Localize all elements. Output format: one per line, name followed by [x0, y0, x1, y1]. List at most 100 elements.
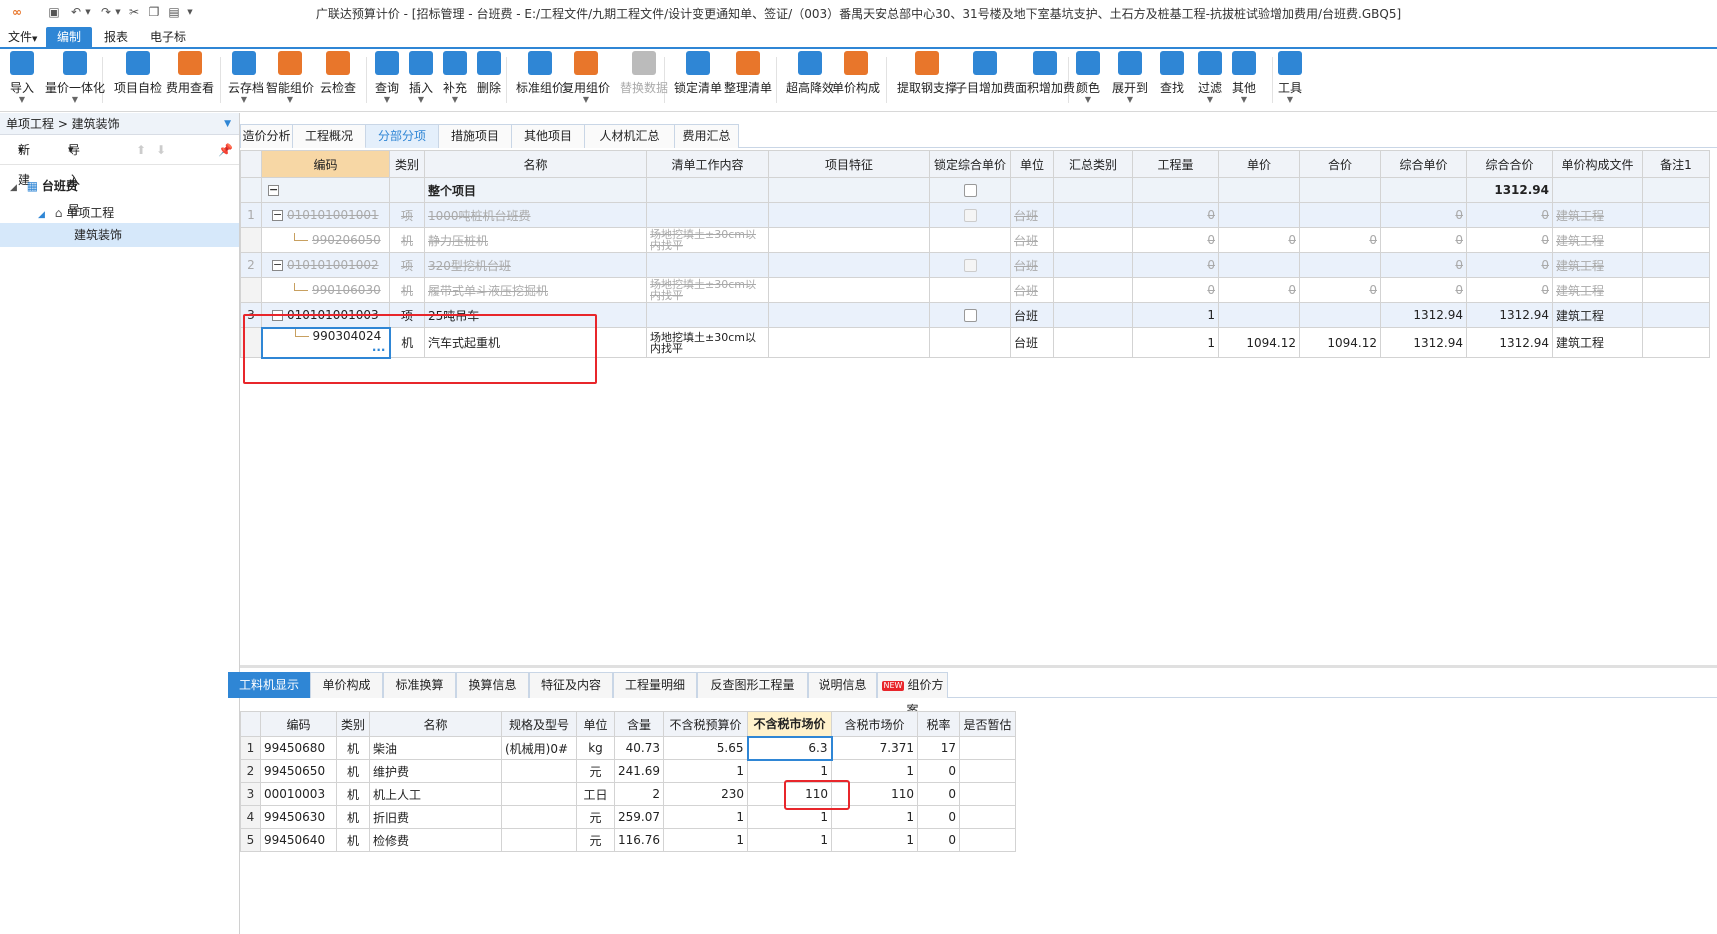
lock-price-cell[interactable]: [929, 177, 1011, 203]
unit-cell[interactable]: 台班: [1010, 327, 1054, 358]
name-cell[interactable]: 汽车式起重机: [424, 327, 647, 358]
budget-price-cell[interactable]: 5.65: [663, 736, 748, 760]
column-header[interactable]: 工程量: [1132, 150, 1219, 178]
work-content-cell[interactable]: [646, 302, 769, 328]
table-row[interactable]: 1 99450680 机柴油 (机械用)0# kg 40.73 5.65 6.3 7.371 17: [240, 735, 1016, 761]
ribbon-button-20[interactable]: 面积增加费: [1014, 51, 1076, 109]
dropdown-arrow-icon[interactable]: ▼: [442, 96, 468, 104]
tree-node-building-decoration[interactable]: 建筑装饰: [0, 223, 239, 247]
ribbon-button-1[interactable]: 量价一体化 ▼: [42, 51, 108, 109]
unit-price-cell[interactable]: [1218, 252, 1300, 278]
type-cell[interactable]: 机: [336, 805, 370, 829]
unit-cell[interactable]: kg: [576, 736, 615, 760]
lock-price-cell[interactable]: [929, 252, 1011, 278]
note-cell[interactable]: [1642, 227, 1710, 253]
estimate-cell[interactable]: [959, 805, 1016, 829]
type-cell[interactable]: 机: [389, 227, 425, 253]
total-price-cell[interactable]: 0: [1299, 277, 1381, 303]
detail-tab-1[interactable]: 单价构成: [310, 672, 383, 698]
total-price-cell[interactable]: [1299, 177, 1381, 203]
detail-tab-5[interactable]: 工程量明细: [613, 672, 697, 698]
quantity-cell[interactable]: 0: [1132, 277, 1219, 303]
quantity-cell[interactable]: 0: [1132, 202, 1219, 228]
column-header[interactable]: 单价构成文件: [1552, 150, 1643, 178]
dropdown-arrow-icon[interactable]: ▼: [10, 96, 34, 104]
note-cell[interactable]: [1642, 302, 1710, 328]
tax-rate-cell[interactable]: 0: [917, 805, 960, 829]
type-cell[interactable]: 机: [389, 277, 425, 303]
total-price-cell[interactable]: [1299, 202, 1381, 228]
pin-icon[interactable]: 📌: [218, 135, 233, 165]
column-header[interactable]: 名称: [369, 711, 502, 737]
lock-price-cell[interactable]: [929, 277, 1011, 303]
composite-total-cell[interactable]: 1312.94: [1466, 302, 1553, 328]
dropdown-arrow-icon[interactable]: ▼: [228, 96, 260, 104]
note-cell[interactable]: [1642, 202, 1710, 228]
price-file-cell[interactable]: 建筑工程: [1552, 327, 1643, 358]
lock-price-cell[interactable]: [929, 302, 1011, 328]
code-cell[interactable]: 990106030: [261, 277, 390, 303]
column-header[interactable]: 编码: [261, 150, 390, 178]
quantity-cell[interactable]: 0: [1132, 252, 1219, 278]
ribbon-button-12[interactable]: 复用组价 ▼: [560, 51, 612, 109]
category-cell[interactable]: [1053, 177, 1133, 203]
lock-price-cell[interactable]: [929, 202, 1011, 228]
note-cell[interactable]: [1642, 277, 1710, 303]
column-header[interactable]: 规格及型号: [501, 711, 577, 737]
code-cell[interactable]: 990304024 ···: [260, 326, 391, 359]
ribbon-button-14[interactable]: 锁定清单: [672, 51, 724, 109]
column-header[interactable]: 税率: [917, 711, 960, 737]
ribbon-button-26[interactable]: 工具 ▼: [1278, 51, 1302, 109]
code-cell[interactable]: −: [261, 177, 390, 203]
lock-checkbox[interactable]: [963, 309, 977, 322]
column-header[interactable]: 类别: [389, 150, 425, 178]
panel-splitter[interactable]: [240, 665, 1717, 668]
detail-tab-3[interactable]: 换算信息: [456, 672, 529, 698]
ribbon-button-16[interactable]: 超高降效: [784, 51, 836, 109]
ribbon-button-17[interactable]: 单价构成: [830, 51, 882, 109]
composite-unit-price-cell[interactable]: 1312.94: [1380, 302, 1467, 328]
note-cell[interactable]: [1642, 327, 1710, 358]
tree-node-project[interactable]: ◢ ⌂ 单项工程: [38, 204, 114, 221]
ribbon-button-9[interactable]: 补充 ▼: [442, 51, 468, 109]
name-cell[interactable]: 整个项目: [424, 177, 647, 203]
feature-cell[interactable]: [768, 227, 930, 253]
unit-cell[interactable]: 元: [576, 828, 615, 852]
price-file-cell[interactable]: 建筑工程: [1552, 227, 1643, 253]
dropdown-arrow-icon[interactable]: ▼: [1196, 96, 1224, 104]
ribbon-button-19[interactable]: 子目增加费: [954, 51, 1016, 109]
unit-price-cell[interactable]: [1218, 202, 1300, 228]
ribbon-button-8[interactable]: 插入 ▼: [408, 51, 434, 109]
unit-cell[interactable]: 台班: [1010, 202, 1054, 228]
feature-cell[interactable]: [768, 252, 930, 278]
price-file-cell[interactable]: 建筑工程: [1552, 202, 1643, 228]
name-cell[interactable]: 履带式单斗液压挖掘机: [424, 277, 647, 303]
expand-toggle-icon[interactable]: −: [272, 259, 283, 271]
spec-cell[interactable]: [501, 782, 577, 806]
unit-price-cell[interactable]: 0: [1218, 227, 1300, 253]
dropdown-arrow-icon[interactable]: ▼: [1076, 96, 1100, 104]
market-price-cell[interactable]: 1: [747, 828, 832, 852]
type-cell[interactable]: [389, 177, 425, 203]
menu-file[interactable]: 文件▼: [2, 27, 43, 47]
ribbon-button-18[interactable]: 提取钢支撑: [896, 51, 958, 109]
expand-toggle-icon[interactable]: −: [272, 209, 283, 221]
composite-total-cell[interactable]: 0: [1466, 202, 1553, 228]
column-header[interactable]: 清单工作内容: [646, 150, 769, 178]
lock-price-cell[interactable]: [929, 227, 1011, 253]
name-cell[interactable]: 静力压桩机: [424, 227, 647, 253]
unit-cell[interactable]: 台班: [1010, 302, 1054, 328]
dropdown-arrow-icon[interactable]: ▼: [374, 96, 400, 104]
column-header[interactable]: 单位: [1010, 150, 1054, 178]
work-content-cell[interactable]: [646, 202, 769, 228]
table-row[interactable]: 2 99450650 机维护费元 241.69 1 1 1 0: [240, 759, 1016, 783]
budget-price-cell[interactable]: 230: [663, 782, 748, 806]
table-row[interactable]: 3 00010003 机机上人工 工日 2 230 110 110 0: [240, 782, 1016, 806]
amount-cell[interactable]: 40.73: [614, 736, 664, 760]
spec-cell[interactable]: (机械用)0#: [501, 736, 577, 760]
code-cell[interactable]: −010101001003: [261, 302, 390, 328]
quantity-cell[interactable]: 1: [1132, 327, 1219, 358]
tree-root[interactable]: ◢ ▦ 台班费: [10, 177, 78, 194]
column-header[interactable]: 不含税市场价: [747, 711, 832, 737]
lock-price-cell[interactable]: [929, 327, 1011, 358]
